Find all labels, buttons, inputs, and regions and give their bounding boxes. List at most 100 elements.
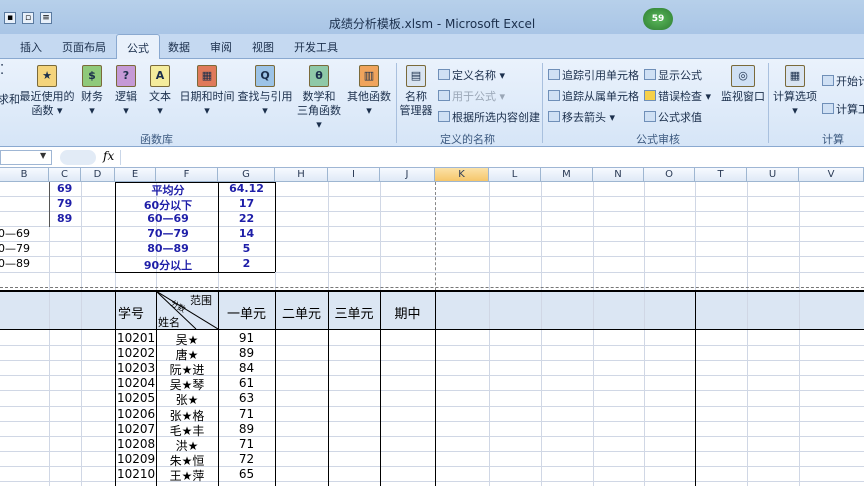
tab-insert[interactable]: 插入 [20,39,42,55]
calculator-icon: ▦ [785,65,805,87]
header-student-id[interactable]: 学号 [118,303,144,322]
col-header-u[interactable]: U [747,168,799,182]
cell-b6[interactable]: 0—89 [0,257,30,270]
student-score[interactable]: 63 [218,391,275,405]
cell-b4[interactable]: 0—69 [0,227,30,240]
col-header-m[interactable]: M [541,168,593,182]
student-score[interactable]: 84 [218,361,275,375]
name-manager-button[interactable]: ▤ 名称 管理器 [398,65,434,118]
show-formulas-button[interactable]: 显示公式 [644,67,702,83]
col-header-h[interactable]: H [275,168,328,182]
header-midterm[interactable]: 期中 [380,303,435,322]
col-header-b[interactable]: B [0,168,49,182]
stat-value[interactable]: 17 [218,197,275,210]
student-score[interactable]: 71 [218,437,275,451]
student-score[interactable]: 71 [218,407,275,421]
tab-page-layout[interactable]: 页面布局 [62,39,106,55]
student-id[interactable]: 10203 [117,361,155,375]
remove-arrows-button[interactable]: 移去箭头 ▾ [548,109,615,125]
autosum-button[interactable]: 求和 [0,93,20,107]
cell-c2[interactable]: 79 [57,197,72,210]
more-functions-button[interactable]: ▥ 其他函数 ▾ [344,65,394,118]
insert-function-icon[interactable]: fx [103,149,114,163]
col-header-c[interactable]: C [49,168,81,182]
watch-window-button[interactable]: ◎ 监视窗口 [720,65,766,104]
error-checking-button[interactable]: 错误检查 ▾ [644,88,711,104]
student-id[interactable]: 10206 [117,407,155,421]
calculate-now-button[interactable]: 开始计 [822,73,864,89]
header-unit-3[interactable]: 三单元 [328,303,380,322]
datetime-button[interactable]: ▦ 日期和时间 ▾ [178,65,236,118]
calculate-sheet-button[interactable]: 计算工 [822,101,864,117]
trace-precedents-button[interactable]: 追踪引用单元格 [548,67,639,83]
cell-b5[interactable]: 0—79 [0,242,30,255]
stat-label[interactable]: 80—89 [118,242,218,255]
stat-label[interactable]: 60分以下 [118,197,218,213]
header-name: 姓名 [158,316,180,329]
col-header-l[interactable]: L [489,168,541,182]
formula-input[interactable] [120,150,864,165]
calculation-options-button[interactable]: ▦ 计算选项 ▾ [772,65,818,118]
stat-value[interactable]: 14 [218,227,275,240]
tab-developer[interactable]: 开发工具 [294,39,338,55]
student-score[interactable]: 91 [218,331,275,345]
student-id[interactable]: 10201 [117,331,155,345]
student-name[interactable]: 王★萍 [156,467,218,484]
student-id[interactable]: 10210 [117,467,155,481]
col-header-o[interactable]: O [644,168,695,182]
lookup-button[interactable]: Q 查找与引用 ▾ [236,65,294,118]
header-unit-2[interactable]: 二单元 [275,303,328,322]
col-header-d[interactable]: D [81,168,115,182]
stat-value[interactable]: 2 [218,257,275,270]
student-score[interactable]: 89 [218,346,275,360]
stat-value[interactable]: 22 [218,212,275,225]
student-score[interactable]: 61 [218,376,275,390]
use-in-formula-button[interactable]: 用于公式 ▾ [438,88,505,104]
define-name-button[interactable]: 定义名称 ▾ [438,67,505,83]
chevron-down-icon[interactable]: ▼ [40,151,46,160]
create-from-selection-button[interactable]: 根据所选内容创建 [438,109,540,125]
col-header-f[interactable]: F [156,168,218,182]
cell-c3[interactable]: 89 [57,212,72,225]
trace-dependents-button[interactable]: 追踪从属单元格 [548,88,639,104]
student-id[interactable]: 10202 [117,346,155,360]
col-header-i[interactable]: I [328,168,380,182]
student-name[interactable]: 张★ [156,391,218,408]
student-score[interactable]: 89 [218,422,275,436]
tab-formulas[interactable]: 公式 [116,34,160,60]
text-button[interactable]: A 文本 ▾ [148,65,172,118]
tab-review[interactable]: 审阅 [210,39,232,55]
header-unit-1[interactable]: 一单元 [218,303,275,322]
col-header-t[interactable]: T [695,168,747,182]
financial-button[interactable]: $ 财务 ▾ [80,65,104,118]
border-line [275,182,276,272]
logical-button[interactable]: ? 逻辑 ▾ [114,65,138,118]
math-button[interactable]: θ 数学和 三角函数 ▾ [294,65,344,132]
student-id[interactable]: 10205 [117,391,155,405]
cell-c1[interactable]: 69 [57,182,72,195]
stat-value[interactable]: 5 [218,242,275,255]
tab-view[interactable]: 视图 [252,39,274,55]
col-header-e[interactable]: E [115,168,156,182]
student-id[interactable]: 10207 [117,422,155,436]
student-score[interactable]: 72 [218,452,275,466]
stat-label[interactable]: 70—79 [118,227,218,240]
col-header-g[interactable]: G [218,168,275,182]
student-id[interactable]: 10209 [117,452,155,466]
col-header-n[interactable]: N [593,168,644,182]
stat-label[interactable]: 90分以上 [118,257,218,273]
col-header-v[interactable]: V [799,168,864,182]
student-id[interactable]: 10204 [117,376,155,390]
lookup-label: 查找与引用 [237,90,293,103]
evaluate-formula-button[interactable]: 公式求值 [644,109,702,125]
col-header-j[interactable]: J [380,168,435,182]
col-header-k[interactable]: K [435,168,489,182]
tab-data[interactable]: 数据 [168,39,190,55]
stat-value[interactable]: 64.12 [218,182,275,195]
recent-functions-button[interactable]: ★ 最近使用的 函数 ▾ [18,65,76,118]
watch-window-label: 监视窗口 [721,90,765,103]
student-id[interactable]: 10208 [117,437,155,451]
stat-label[interactable]: 平均分 [118,182,218,198]
stat-label[interactable]: 60—69 [118,212,218,225]
student-score[interactable]: 65 [218,467,275,481]
